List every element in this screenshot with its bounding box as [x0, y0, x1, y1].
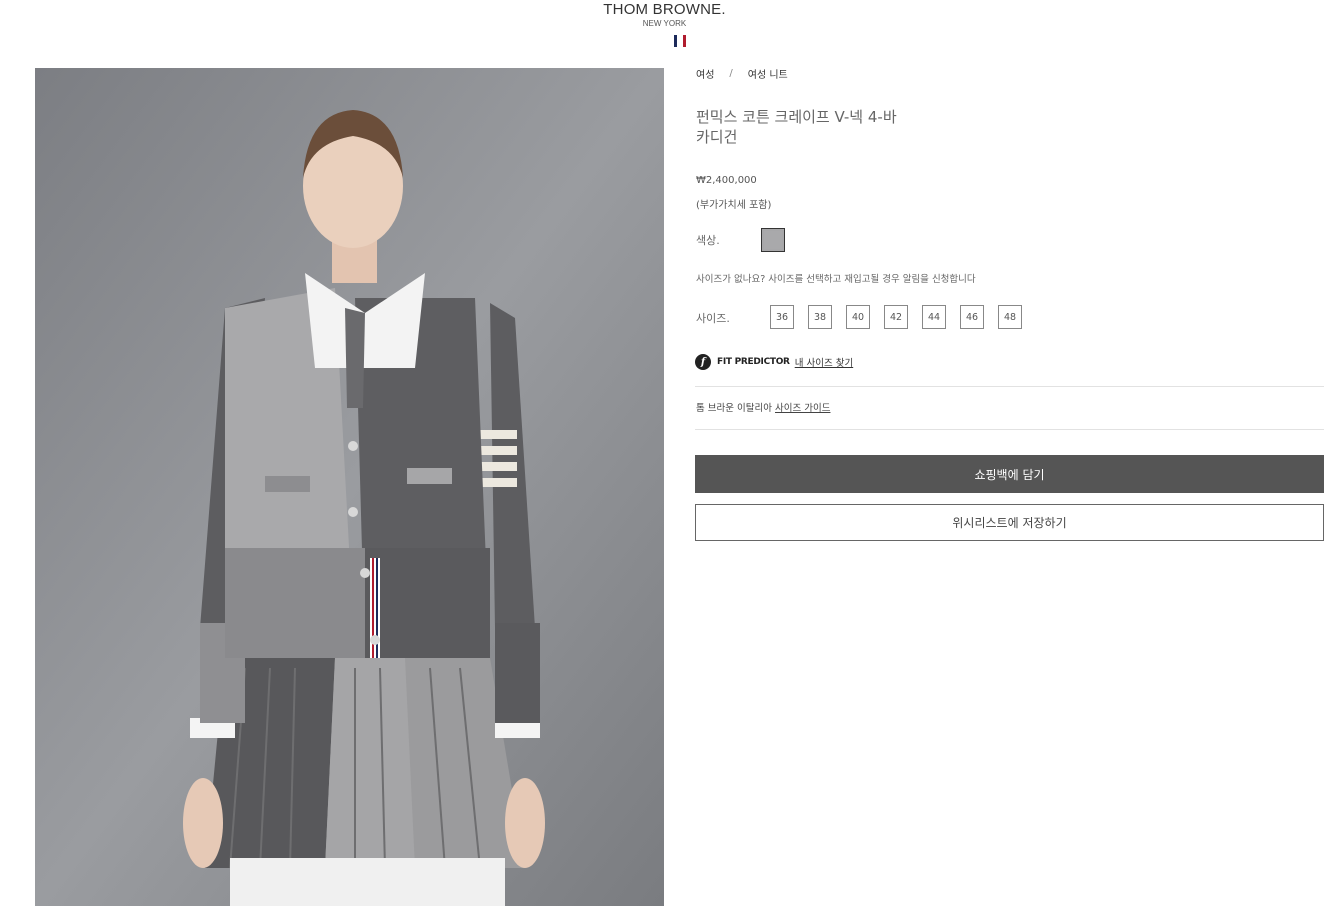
color-label: 색상.	[696, 234, 720, 247]
find-my-size-link[interactable]: 내 사이즈 찾기	[795, 355, 853, 369]
size-option-36[interactable]: 36	[770, 305, 794, 329]
product-title-line2: 카디건	[696, 128, 738, 146]
size-guide-link[interactable]: 사이즈 가이드	[775, 403, 830, 414]
product-price: ₩2,400,000	[696, 175, 757, 186]
fit-predictor-label: FIT PREDICTOR	[717, 357, 790, 367]
fit-predictor: f FIT PREDICTOR 내 사이즈 찾기	[695, 354, 853, 370]
flag-stripe-white	[678, 35, 682, 47]
breadcrumb: 여성 / 여성 니트	[696, 66, 788, 81]
product-photo-illustration	[35, 68, 664, 906]
size-guide-prefix: 톰 브라운 이탈리아	[696, 403, 772, 414]
brand-name: THOM BROWNE.	[603, 1, 726, 18]
divider	[695, 386, 1324, 387]
color-swatch-fill	[764, 231, 782, 249]
product-title: 펀믹스 코튼 크레이프 V-넥 4-바 카디건	[696, 107, 956, 147]
size-option-44[interactable]: 44	[922, 305, 946, 329]
size-notify-text[interactable]: 사이즈가 없나요? 사이즈를 선택하고 재입고될 경우 알림을 신청합니다	[696, 271, 976, 285]
breadcrumb-separator: /	[729, 68, 733, 79]
vat-note: (부가가치세 포함)	[696, 200, 772, 211]
size-option-48[interactable]: 48	[998, 305, 1022, 329]
color-swatch-selected[interactable]	[761, 228, 785, 252]
breadcrumb-item-women-knit[interactable]: 여성 니트	[748, 66, 788, 81]
product-title-line1: 펀믹스 코튼 크레이프 V-넥 4-바	[696, 108, 897, 126]
size-option-42[interactable]: 42	[884, 305, 908, 329]
flag-stripe-blue	[674, 35, 678, 47]
size-guide-row: 톰 브라운 이탈리아 사이즈 가이드	[696, 400, 830, 414]
flag-stripe-red	[682, 35, 686, 47]
breadcrumb-item-women[interactable]: 여성	[696, 66, 714, 81]
size-label: 사이즈.	[696, 312, 730, 325]
size-option-38[interactable]: 38	[808, 305, 832, 329]
divider	[695, 429, 1324, 430]
tricolor-flag-icon	[674, 35, 686, 47]
size-options: 36 38 40 42 44 46 48	[770, 305, 1022, 329]
product-image[interactable]	[35, 68, 664, 906]
size-option-40[interactable]: 40	[846, 305, 870, 329]
add-to-cart-button[interactable]: 쇼핑백에 담기	[695, 455, 1324, 493]
size-option-46[interactable]: 46	[960, 305, 984, 329]
add-to-wishlist-button[interactable]: 위시리스트에 저장하기	[695, 504, 1324, 541]
fit-predictor-icon: f	[695, 354, 711, 370]
brand-city: NEW YORK	[642, 19, 687, 28]
